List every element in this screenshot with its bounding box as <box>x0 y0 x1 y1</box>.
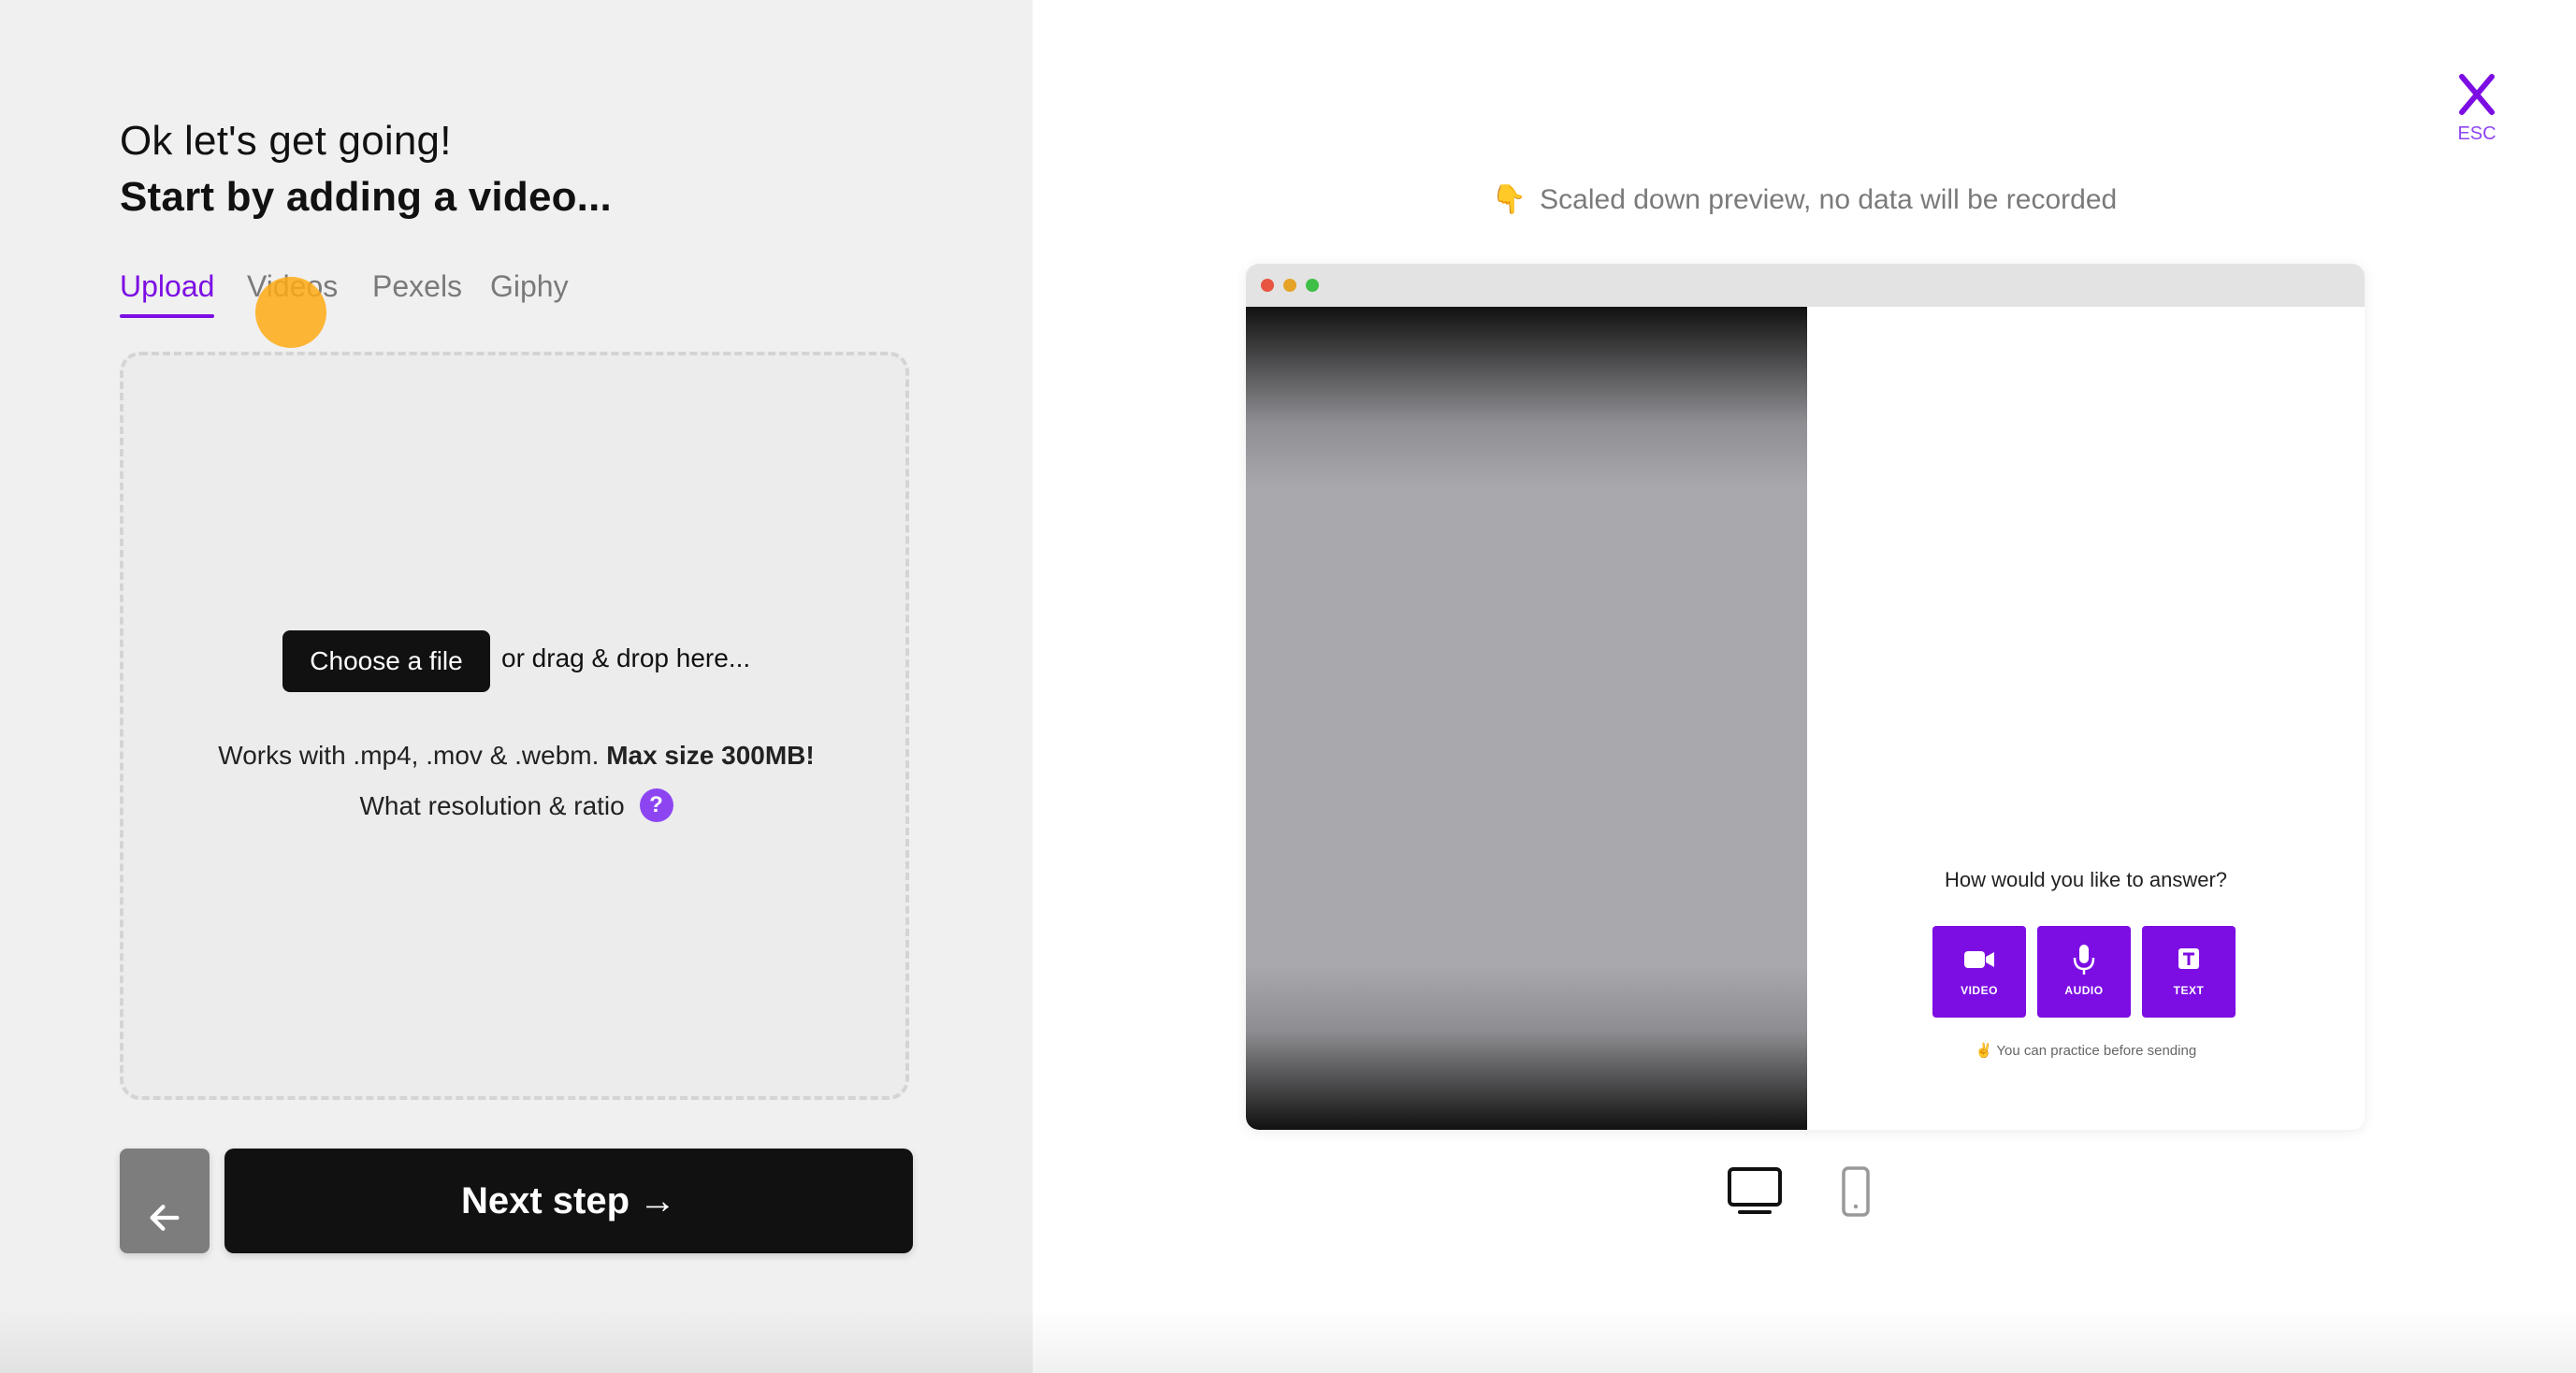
resolution-link[interactable]: What resolution & ratio <box>359 791 624 820</box>
pointing-down-icon: 👇 <box>1491 184 1527 215</box>
heading-line1: Ok let's get going! <box>120 118 452 164</box>
back-button[interactable] <box>120 1149 210 1253</box>
microphone-icon <box>2073 945 2095 975</box>
close-icon <box>2459 74 2495 115</box>
practice-note: ✌️ You can practice before sending <box>1807 1042 2365 1059</box>
practice-text: You can practice before sending <box>1996 1043 2197 1059</box>
supported-formats-text: Works with .mp4, .mov & .webm. Max size … <box>0 741 1033 771</box>
help-icon[interactable]: ? <box>639 788 673 822</box>
answer-audio-button[interactable]: AUDIO <box>2037 926 2131 1018</box>
preview-note: 👇 Scaled down preview, no data will be re… <box>1033 183 2576 216</box>
next-step-label: Next step <box>460 1179 630 1221</box>
upload-dropzone[interactable] <box>120 352 909 1100</box>
mobile-icon[interactable] <box>1841 1165 1871 1218</box>
tab-upload[interactable]: Upload <box>120 269 215 318</box>
choose-file-button[interactable]: Choose a file <box>282 630 490 692</box>
drag-drop-hint: or drag & drop here... <box>501 643 751 672</box>
heading-line2: Start by adding a video... <box>120 174 612 220</box>
window-minimize-dot <box>1283 279 1296 292</box>
victory-hand-icon: ✌️ <box>1975 1043 1993 1059</box>
desktop-icon[interactable] <box>1727 1165 1783 1218</box>
arrow-left-icon <box>150 1205 180 1231</box>
preview-note-text: Scaled down preview, no data will be rec… <box>1540 184 2118 215</box>
formats-list: Works with .mp4, .mov & .webm. <box>218 741 600 770</box>
video-camera-icon <box>1964 951 1994 968</box>
video-preview <box>1246 307 1807 1130</box>
browser-title-bar <box>1246 264 2365 307</box>
window-close-dot <box>1261 279 1274 292</box>
answer-text-button[interactable]: TEXT <box>2142 926 2236 1018</box>
arrow-right-icon: → <box>639 1179 677 1221</box>
esc-label: ESC <box>2457 123 2496 144</box>
answer-video-label: VIDEO <box>1961 984 1998 997</box>
answer-text-label: TEXT <box>2173 984 2205 997</box>
text-icon <box>2178 948 2199 969</box>
preview-browser-frame: How would you like to answer? VIDEO AUDI… <box>1246 264 2365 1130</box>
close-button[interactable]: ESC <box>2449 71 2505 155</box>
answer-question: How would you like to answer? <box>1944 868 2228 891</box>
answer-panel: How would you like to answer? VIDEO AUDI… <box>1807 307 2365 1130</box>
tab-pexels[interactable]: Pexels <box>372 269 462 304</box>
next-step-button[interactable]: Next step → <box>224 1149 913 1253</box>
window-maximize-dot <box>1306 279 1319 292</box>
tab-giphy[interactable]: Giphy <box>490 269 569 304</box>
max-size-text: Max size 300MB! <box>606 741 815 770</box>
answer-video-button[interactable]: VIDEO <box>1932 926 2026 1018</box>
resolution-row: What resolution & ratio ? <box>0 788 1033 822</box>
left-panel: Ok let's get going! Start by adding a vi… <box>0 0 1033 1373</box>
cursor-indicator <box>255 277 326 348</box>
answer-audio-label: AUDIO <box>2064 984 2104 997</box>
